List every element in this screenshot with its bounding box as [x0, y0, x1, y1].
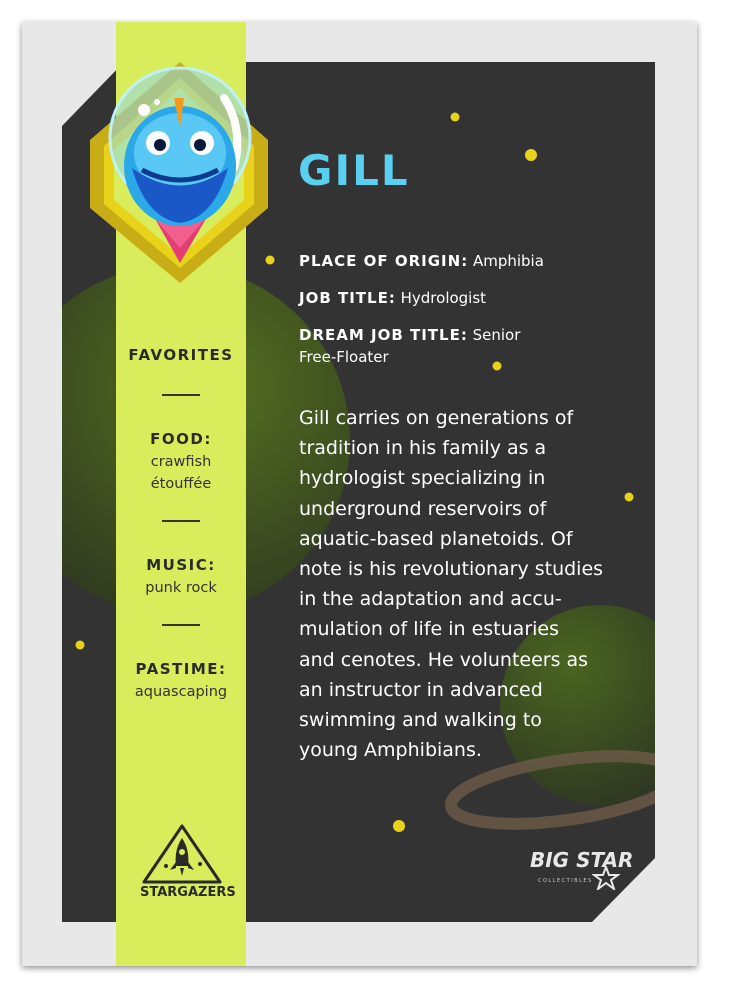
fish-astronaut-avatar [90, 62, 268, 283]
favorites-heading: FAVORITES [128, 346, 234, 364]
pastime-label: PASTIME: [135, 660, 227, 678]
job-fact: JOB TITLE: Hydrologist [299, 287, 599, 309]
music-value: punk rock [145, 580, 217, 596]
divider [162, 520, 200, 522]
stargazers-badge-text: STARGAZERS [140, 885, 236, 900]
dream-value-1: Senior [472, 326, 521, 344]
pastime-value: aquascaping [134, 684, 228, 700]
bio-line: hydrologist specializing in [299, 467, 546, 490]
food-value-1: crawfish [150, 454, 212, 470]
divider [162, 624, 200, 626]
bio-line: an instructor in advanced [299, 678, 543, 701]
origin-value: Amphibia [472, 252, 544, 270]
stargazers-rocket-badge-icon [142, 824, 222, 884]
job-value: Hydrologist [400, 289, 487, 307]
dream-label: DREAM JOB TITLE: [299, 326, 468, 344]
bio-line: note is his revolutionary studies [299, 558, 604, 581]
bio-line: mulation of life in estuaries [299, 618, 559, 641]
music-label: MUSIC: [146, 556, 216, 574]
divider [162, 394, 200, 396]
dream-fact: DREAM JOB TITLE: Senior Free-Floater [299, 324, 599, 368]
dream-value-2: Free-Floater [299, 348, 389, 366]
job-label: JOB TITLE: [299, 289, 396, 307]
bio-line: and cenotes. He volunteers as [299, 648, 589, 671]
star-dot [393, 820, 405, 832]
origin-label: PLACE OF ORIGIN: [299, 252, 469, 270]
brand-subtitle: COLLECTIBLES [538, 878, 593, 884]
character-name: GILL [298, 146, 410, 195]
bio-line: swimming and walking to [299, 709, 542, 732]
star-dot [75, 640, 85, 650]
origin-fact: PLACE OF ORIGIN: Amphibia [299, 250, 599, 272]
star-dot [525, 149, 537, 161]
bio-line: underground reservoirs of [299, 497, 547, 520]
bio-line: in the adaptation and accu- [299, 588, 562, 611]
star-dot [624, 492, 634, 502]
character-bio: Gill carries on generations of tradition… [299, 403, 624, 765]
bio-line: aquatic-based planetoids. Of [299, 527, 573, 550]
bio-line: young Amphibians. [299, 739, 482, 762]
food-label: FOOD: [150, 430, 212, 448]
bio-line: Gill carries on generations of [299, 407, 574, 429]
bio-line: tradition in his family as a [299, 437, 547, 460]
star-dot [450, 112, 460, 122]
brand-star-icon [592, 866, 620, 890]
food-value-2: étouffée [150, 476, 212, 492]
